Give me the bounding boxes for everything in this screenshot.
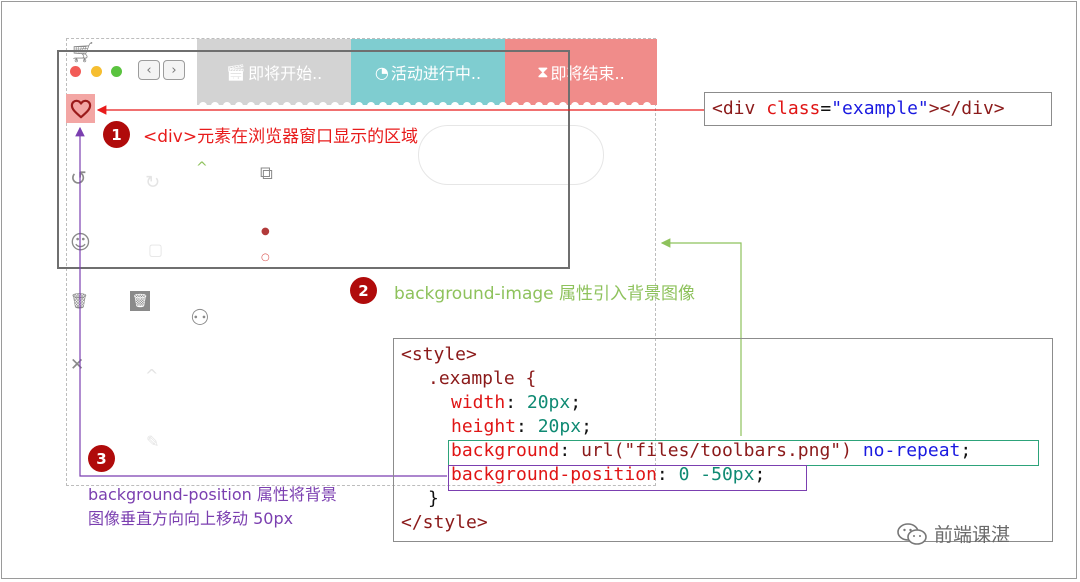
- html-code-box: <div class="example"></div>: [704, 92, 1052, 126]
- step-2-text: background-image 属性引入背景图像: [394, 284, 696, 304]
- height-value: 20px: [537, 416, 582, 437]
- css-selector: .example {: [428, 368, 537, 389]
- background-position-highlight: [448, 465, 807, 491]
- html-eq: =: [820, 98, 832, 119]
- css-code-box: <style> .example { width: 20px; height: …: [393, 338, 1053, 542]
- semicolon: ;: [581, 416, 592, 437]
- step-1-text: <div>元素在浏览器窗口显示的区域: [143, 127, 419, 147]
- watermark-text: 前端课湛: [934, 524, 1011, 546]
- html-attr: class: [766, 98, 821, 119]
- style-close-tag: </style>: [401, 512, 488, 533]
- colon: :: [505, 392, 527, 413]
- background-highlight: [448, 440, 1039, 466]
- step-2-badge: 2: [350, 277, 377, 304]
- watermark: 前端课湛: [896, 520, 1010, 547]
- style-open-tag: <style>: [401, 344, 477, 365]
- width-prop: width: [451, 392, 506, 413]
- wechat-icon: [897, 522, 927, 545]
- colon: :: [516, 416, 538, 437]
- height-prop: height: [451, 416, 517, 437]
- purple-arrow: [75, 126, 447, 477]
- html-close-tag: ></div>: [928, 98, 1005, 119]
- step-1-badge: 1: [103, 121, 130, 148]
- step-3-badge: 3: [88, 445, 115, 472]
- step-3-text-line1: background-position 属性将背景: [88, 485, 337, 504]
- html-attr-value: "example": [831, 98, 929, 119]
- html-open-tag: <div: [712, 98, 767, 119]
- width-value: 20px: [526, 392, 571, 413]
- css-brace-close: }: [428, 488, 439, 509]
- step-3-text-line2: 图像垂直方向向上移动 50px: [88, 509, 294, 528]
- semicolon: ;: [570, 392, 582, 413]
